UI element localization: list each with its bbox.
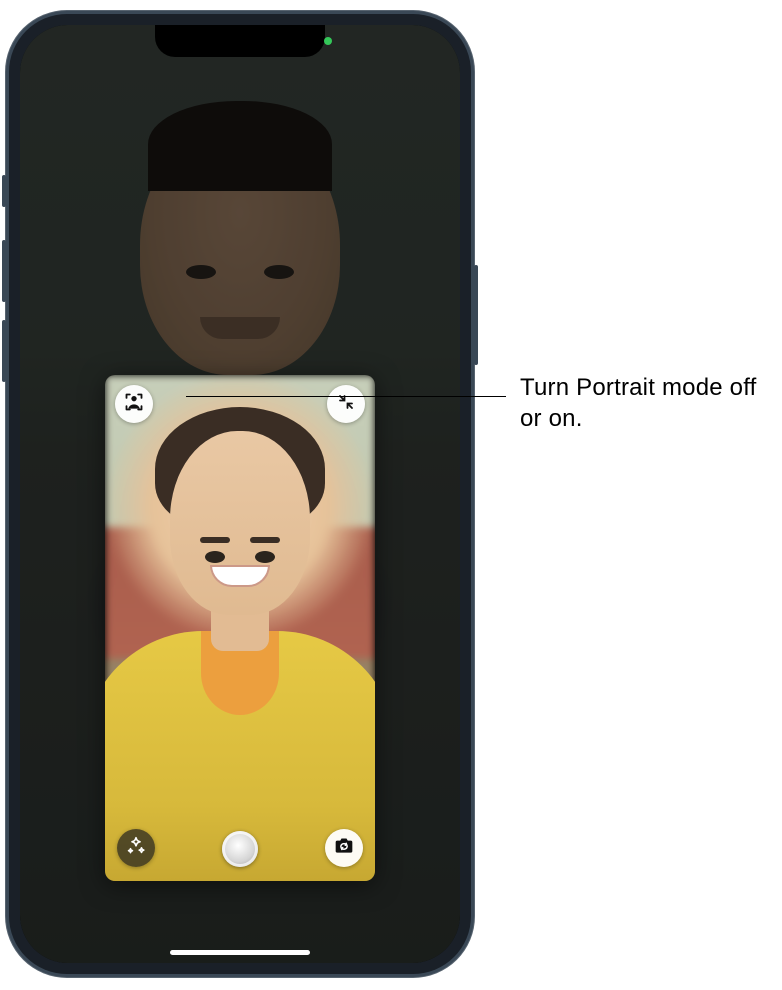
- mute-switch: [2, 175, 6, 207]
- portrait-mode-icon: [124, 392, 144, 417]
- iphone-device-frame: [5, 10, 475, 978]
- self-view-person: [105, 375, 375, 881]
- callout-text: Turn Portrait mode off or on.: [520, 372, 780, 434]
- shutter-button[interactable]: [222, 831, 258, 867]
- volume-down-button: [2, 320, 6, 382]
- portrait-mode-button[interactable]: [115, 385, 153, 423]
- volume-up-button: [2, 240, 6, 302]
- flip-camera-button[interactable]: [325, 829, 363, 867]
- self-view-tile[interactable]: [105, 375, 375, 881]
- minimize-pip-button[interactable]: [327, 385, 365, 423]
- notch: [155, 25, 325, 57]
- side-button: [474, 265, 478, 365]
- effects-icon: [125, 835, 147, 862]
- flip-camera-icon: [334, 836, 354, 861]
- remote-face-illustration: [140, 125, 340, 375]
- home-indicator[interactable]: [170, 950, 310, 955]
- screen: [20, 25, 460, 963]
- camera-active-indicator: [324, 37, 332, 45]
- callout-leader-line: [186, 396, 506, 397]
- effects-button[interactable]: [117, 829, 155, 867]
- phone-bezel: [9, 14, 471, 974]
